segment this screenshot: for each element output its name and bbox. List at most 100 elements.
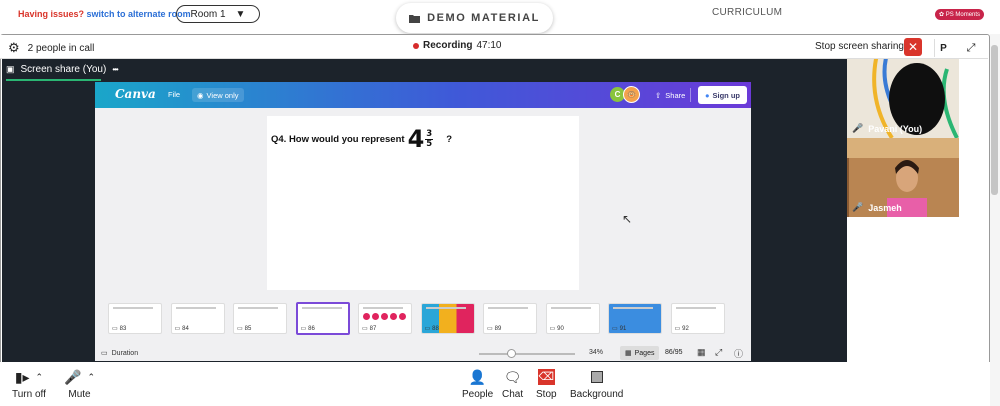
stop-label: Stop [536, 389, 557, 400]
slide-thumbnail[interactable]: ▭ 84 [170, 303, 225, 334]
recording-time: 47:10 [476, 40, 502, 51]
thumbnail-number: 91 [619, 325, 627, 332]
mouse-cursor-icon: ↖ [622, 212, 633, 226]
stop-sharing-button[interactable]: ✕ [904, 38, 922, 56]
participant-tile[interactable]: 🎤 Jasmeh [847, 138, 959, 217]
file-menu[interactable]: File [168, 90, 180, 99]
view-only-button[interactable]: ◉ View only [192, 88, 244, 102]
thumbnail-label: ▭ 84 [175, 325, 189, 333]
screen-share-tab-label: Screen share (You) [20, 64, 107, 75]
slide-thumbnail[interactable]: ▭ 92 [670, 303, 725, 334]
fraction: 3 5 [425, 128, 434, 149]
alternate-room-link[interactable]: switch to alternate room [87, 9, 191, 19]
thumbnail-circle [390, 313, 397, 320]
screen-share-tab[interactable]: ▣ Screen share (You) ••• [6, 64, 119, 81]
canva-header: Canva File ◉ View only C 🐵 ⇧ Share ● Sig… [95, 82, 751, 108]
curriculum-link[interactable]: CURRICULUM [712, 7, 782, 18]
demo-material-label: DEMO MATERIAL [427, 12, 540, 24]
fraction-denominator: 5 [426, 138, 433, 149]
thumbnail-label: ▭ 89 [487, 325, 502, 333]
zoom-slider[interactable] [479, 353, 575, 355]
comment-icon: ▭ [112, 326, 118, 332]
thumbnail-number: 88 [432, 325, 439, 332]
p-button[interactable]: P [934, 39, 952, 57]
gear-icon[interactable]: ⚙ [8, 40, 20, 56]
thumbnail-label: ▭ 83 [112, 325, 127, 333]
thumbnail-label: ▭ 88 [424, 325, 439, 333]
issues-label: Having issues? [18, 9, 85, 19]
recording-status: Recording 47:10 [413, 40, 501, 51]
close-icon: ✕ [907, 40, 919, 54]
scrollbar-thumb[interactable] [991, 45, 998, 195]
recording-dot-icon [413, 42, 419, 49]
fraction-numerator: 3 [425, 128, 434, 140]
slide-thumbnail[interactable]: ▭ 91 [608, 303, 662, 334]
comment-icon: ▭ [237, 326, 243, 332]
avatar-animal-icon[interactable]: 🐵 [623, 86, 640, 103]
slide-thumbnail[interactable]: ▭ 83 [108, 303, 162, 334]
expand-icon[interactable]: ⤢ [962, 39, 980, 57]
people-count: ⚙ 2 people in call [8, 40, 94, 56]
duration-label: Duration [111, 349, 139, 357]
sign-up-label: Sign up [712, 90, 741, 100]
zoom-slider-handle[interactable] [507, 349, 516, 358]
share-label: Share [665, 90, 686, 100]
thumbnail-label: ▭ 85 [237, 325, 251, 333]
mic-icon: 🎤 [852, 123, 864, 133]
mute-button[interactable]: 🎤 ⌃ Mute [64, 369, 95, 401]
background-label: Background [570, 389, 624, 400]
active-tab-underline [6, 79, 101, 81]
slide-thumbnail[interactable]: ▭ 88 [420, 303, 475, 334]
thumbnail-title-line [175, 307, 216, 309]
background-button[interactable]: Background [570, 369, 623, 400]
call-controls: ▮▸ ⌃ Turn off 🎤 ⌃ Mute 👤 People 🗨 Chat ⌫… [0, 362, 990, 406]
thumbnail-number: 83 [119, 325, 127, 332]
sign-up-button[interactable]: ● Sign up [698, 86, 747, 104]
grid-view-icon[interactable]: ▦ [697, 347, 706, 358]
fullscreen-icon[interactable]: ⤢ [715, 347, 722, 358]
comment-icon: ▭ [424, 326, 431, 332]
thumbnail-number: 89 [494, 325, 502, 332]
participant-name-bar: 🎤 Pavani (You) [852, 123, 922, 134]
room-select-value: Room 1 [190, 8, 226, 20]
view-only-label: View only [206, 90, 239, 100]
slide-thumbnail[interactable]: ▭ 87 [358, 303, 412, 334]
dropdown-arrow-icon: ▼ [235, 8, 246, 20]
slide-thumbnail[interactable]: ▭ 86 [295, 302, 350, 335]
thumbnail-title-line [675, 307, 716, 309]
duration-icon: ▭ [101, 350, 108, 357]
thumbnail-number: 92 [682, 325, 689, 332]
stop-share-button[interactable]: ⌫ Stop [536, 369, 557, 400]
canva-logo[interactable]: Canva [115, 87, 156, 101]
stop-sharing-label[interactable]: Stop screen sharing [815, 41, 904, 52]
issues-notice: Having issues? switch to alternate room [18, 9, 191, 19]
thumbnail-title-line [301, 307, 342, 309]
stop-share-icon: ⌫ [537, 369, 555, 385]
thumbnail-label: ▭ 90 [550, 325, 564, 333]
demo-material-button[interactable]: DEMO MATERIAL [396, 3, 553, 33]
folder-icon [409, 14, 421, 23]
top-bar: Having issues? switch to alternate room … [0, 0, 1000, 34]
recording-label: Recording [423, 40, 473, 51]
room-select[interactable]: Room 1 ▼ [176, 5, 260, 23]
thumbnail-number: 86 [308, 325, 315, 332]
slide-thumbnail[interactable]: ▭ 89 [483, 303, 537, 334]
thumbnail-circle [363, 313, 370, 320]
page-count: 86/95 [665, 349, 683, 356]
people-button[interactable]: 👤 People [462, 369, 493, 401]
participant-tile[interactable]: 🎤 Pavani (You) [847, 59, 959, 138]
help-icon[interactable]: ⓘ [734, 347, 743, 360]
ps-moments-badge[interactable]: ✿ PS Moments [935, 9, 985, 20]
duration-button[interactable]: ▭ Duration [101, 349, 139, 358]
slide-thumbnail[interactable]: ▭ 90 [545, 303, 600, 334]
google-icon: ● [704, 90, 710, 100]
question-mark: ? [446, 133, 452, 145]
share-button[interactable]: ⇧ Share [650, 88, 692, 102]
participant-name: Pavani (You) [868, 123, 923, 134]
slide-thumbnail[interactable]: ▭ 85 [233, 303, 287, 334]
chat-button[interactable]: 🗨 Chat [502, 369, 523, 401]
more-options-icon[interactable]: ••• [112, 65, 118, 74]
pages-button[interactable]: ▦ Pages [620, 346, 660, 360]
camera-button[interactable]: ▮▸ ⌃ Turn off [12, 369, 46, 401]
background-icon [590, 369, 603, 385]
